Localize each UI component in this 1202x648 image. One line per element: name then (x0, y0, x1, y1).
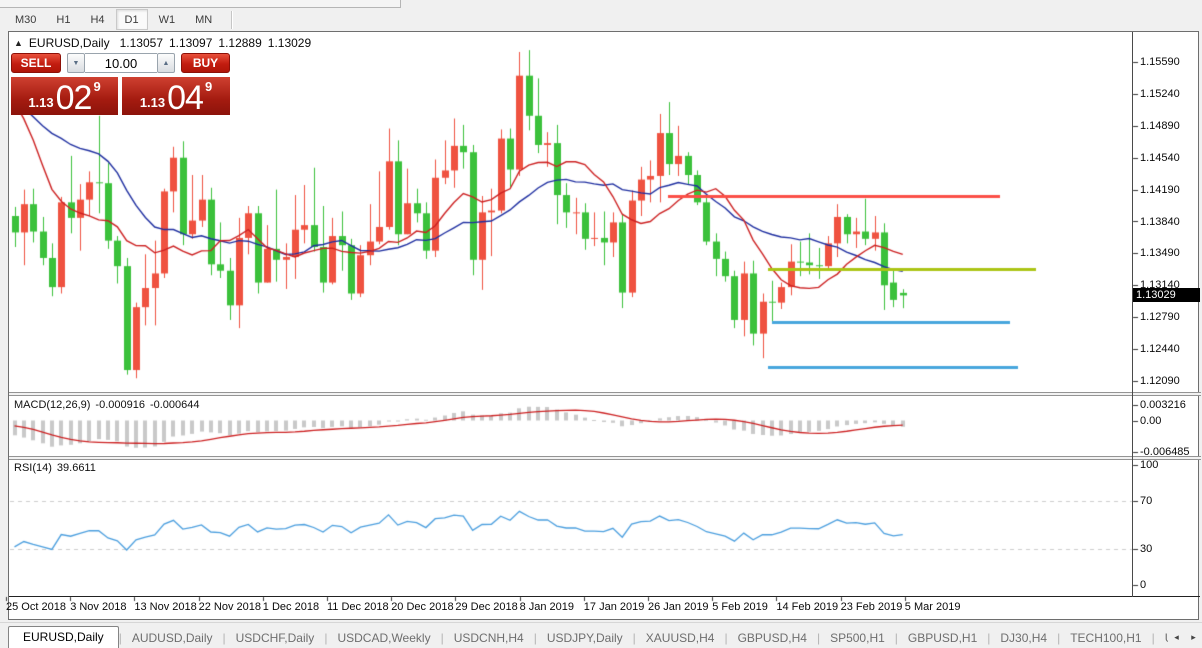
symbol-tab-strip: EURUSD,Daily | AUDUSD,Daily | USDCHF,Daily | U… (0, 625, 1168, 648)
sell-price-panel[interactable]: 1.13 02 9 (11, 77, 118, 115)
macd-axis-tick: 0.003216 (1140, 398, 1186, 411)
price-axis-tick: 1.14890 (1140, 119, 1180, 132)
sell-button[interactable]: SELL (11, 53, 61, 73)
date-axis-label: 26 Jan 2019 (648, 601, 709, 613)
sell-price-big-figure: 1.13 (28, 95, 54, 110)
main-macd-pane-divider[interactable] (9, 392, 1201, 396)
price-axis-tick: 1.14540 (1140, 151, 1180, 164)
symbol-tab-eurusd[interactable]: EURUSD,Daily (8, 626, 119, 648)
current-price-tag: 1.13029 (1133, 288, 1200, 303)
macd-signal-value: -0.000644 (149, 399, 200, 411)
rsi-axis-tick: 100 (1140, 459, 1159, 471)
symbol-tab-usdjpy[interactable]: USDJPY,Daily (537, 628, 633, 648)
price-axis-tick: 1.13490 (1140, 247, 1180, 260)
macd-name: MACD(12,26,9) (14, 399, 91, 411)
price-axis-tick: 1.14190 (1140, 183, 1180, 196)
tab-scroll-left-icon[interactable]: ◂ (1169, 629, 1184, 646)
rsi-value: 39.6611 (56, 462, 96, 474)
chart-title: ▲ EURUSD,Daily 1.13057 1.13097 1.12889 1… (14, 36, 311, 50)
date-axis-label: 3 Nov 2018 (70, 601, 127, 613)
price-axis-tick: 1.15240 (1140, 87, 1180, 100)
date-axis-label: 11 Dec 2018 (327, 601, 389, 613)
price-axis-tick: 1.13840 (1140, 215, 1180, 228)
one-click-trading-panel: SELL ▼ ▲ BUY 1.13 02 9 1.13 04 9 (11, 53, 230, 115)
symbol-tab-ukc[interactable]: UKC (1155, 628, 1168, 648)
volume-increase-icon[interactable]: ▲ (157, 53, 175, 73)
rsi-axis-tick: 0 (1140, 579, 1147, 591)
symbol-tab-xauusd[interactable]: XAUUSD,H4 (636, 628, 725, 648)
sell-price-pips: 02 (55, 79, 93, 117)
terminal-window: M30H1H4D1W1MN ▲ EURUSD,Daily 1.13057 1.1… (0, 0, 1202, 648)
price-axis-tick: 1.12090 (1140, 375, 1180, 387)
sell-price-pipette: 9 (93, 79, 101, 94)
bar-close-value: 1.13029 (267, 36, 312, 50)
rsi-date-axis-divider (9, 596, 1200, 597)
macd-value: -0.000916 (95, 399, 145, 411)
rsi-indicator-label: RSI(14) 39.6611 (14, 462, 96, 474)
bar-open-value: 1.13057 (119, 36, 163, 50)
price-axis-tick: 1.12440 (1140, 343, 1180, 356)
macd-axis-tick: -0.006485 (1140, 445, 1190, 458)
date-axis-label: 25 Oct 2018 (6, 601, 66, 613)
rsi-axis-tick: 70 (1140, 495, 1153, 507)
buy-button[interactable]: BUY (181, 53, 230, 73)
symbol-tab-usdcnh[interactable]: USDCNH,H4 (444, 628, 534, 648)
symbol-tab-bar: EURUSD,Daily | AUDUSD,Daily | USDCHF,Daily | U… (0, 622, 1202, 648)
date-axis-label: 1 Dec 2018 (262, 601, 320, 613)
rsi-axis-tick: 30 (1140, 543, 1153, 555)
symbol-tab-usdchf[interactable]: USDCHF,Daily (226, 628, 325, 648)
symbol-tab-gbpusd[interactable]: GBPUSD,H4 (728, 628, 817, 648)
date-axis-label: 5 Feb 2019 (712, 601, 768, 613)
macd-rsi-pane-divider[interactable] (9, 456, 1201, 460)
date-axis-label: 8 Jan 2019 (519, 601, 575, 613)
date-axis-label: 5 Mar 2019 (904, 601, 961, 613)
date-axis-label: 13 Nov 2018 (134, 601, 197, 613)
date-axis-label: 17 Jan 2019 (583, 601, 645, 613)
bar-low-value: 1.12889 (218, 36, 262, 50)
date-axis-label: 20 Dec 2018 (391, 601, 454, 613)
symbol-tab-audusd[interactable]: AUDUSD,Daily (122, 628, 223, 648)
price-axis-tick: 1.15590 (1140, 56, 1180, 68)
chart-symbol-period: EURUSD,Daily (28, 36, 110, 50)
symbol-tab-tech100[interactable]: TECH100,H1 (1060, 628, 1151, 648)
date-axis-label: 14 Feb 2019 (776, 601, 839, 613)
date-axis-label: 29 Dec 2018 (455, 601, 518, 613)
macd-indicator-label: MACD(12,26,9) -0.000916 -0.000644 (14, 399, 200, 411)
date-axis-label: 22 Nov 2018 (198, 601, 261, 613)
price-axis-tick: 1.12790 (1140, 311, 1180, 324)
symbol-tab-dj30[interactable]: DJ30,H4 (990, 628, 1057, 648)
rsi-name: RSI(14) (14, 462, 52, 474)
price-axis-separator (1132, 32, 1133, 597)
buy-price-pips: 04 (167, 79, 204, 117)
buy-price-pipette: 9 (204, 79, 213, 94)
volume-decrease-icon[interactable]: ▼ (67, 53, 85, 73)
macd-axis-tick: 0.00 (1140, 414, 1162, 427)
symbol-tab-usdcad[interactable]: USDCAD,Weekly (327, 628, 440, 648)
buy-price-big-figure: 1.13 (139, 95, 166, 110)
symbol-tab-gbpusd[interactable]: GBPUSD,H1 (898, 628, 987, 648)
volume-input[interactable] (85, 53, 157, 73)
bar-high-value: 1.13097 (169, 36, 213, 50)
buy-price-panel[interactable]: 1.13 04 9 (122, 77, 230, 115)
collapse-trade-panel-icon[interactable]: ▲ (14, 38, 23, 48)
tab-scroll-right-icon[interactable]: ▸ (1186, 629, 1201, 646)
symbol-tab-sp500[interactable]: SP500,H1 (820, 628, 895, 648)
date-axis-label: 23 Feb 2019 (840, 601, 903, 613)
